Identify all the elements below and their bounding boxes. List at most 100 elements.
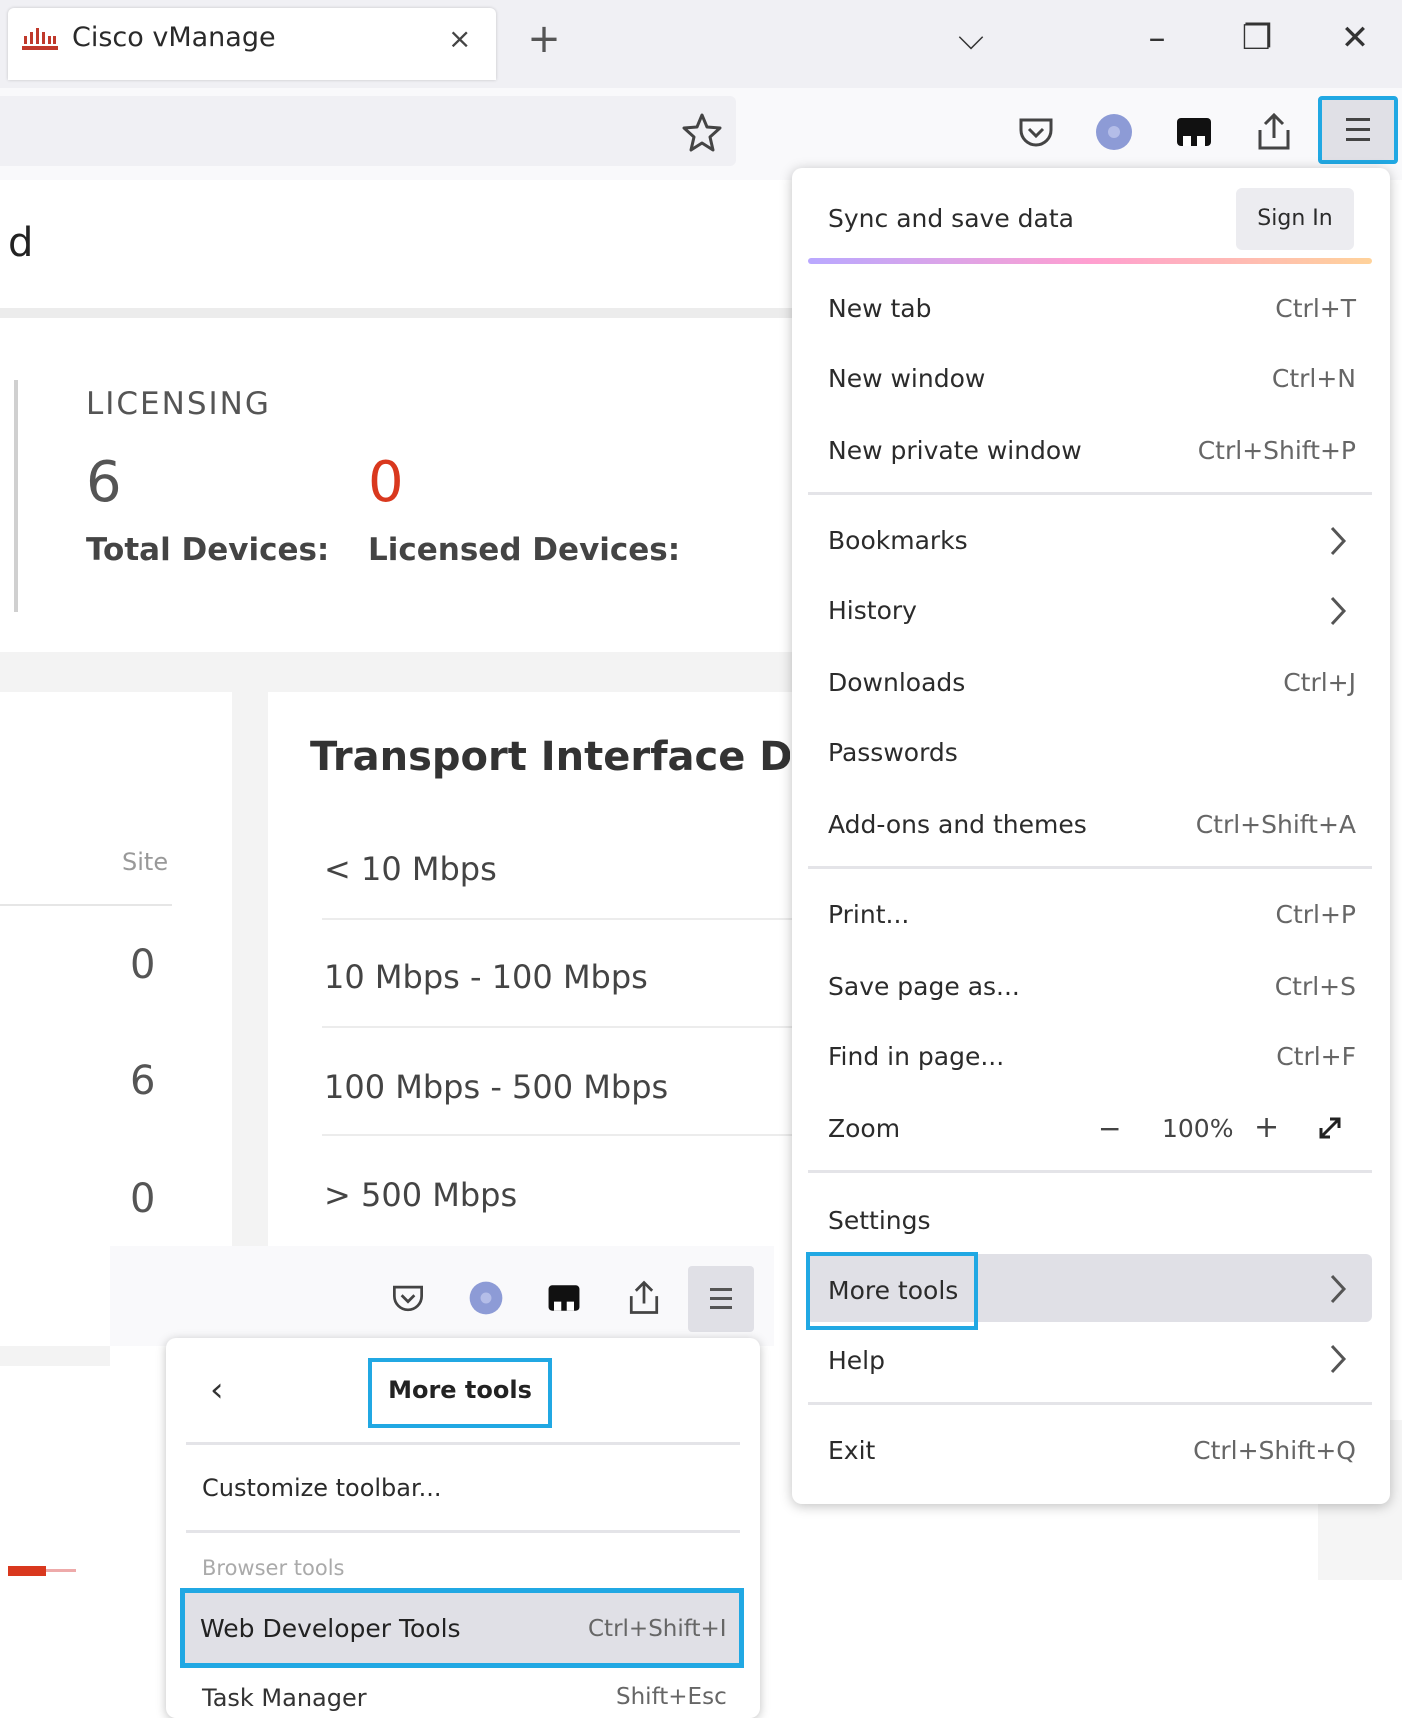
account-avatar-icon[interactable] — [1092, 110, 1136, 154]
share-icon[interactable] — [624, 1278, 664, 1318]
licensing-heading: LICENSING — [86, 386, 271, 422]
card-border — [14, 380, 18, 612]
sign-in-button[interactable]: Sign In — [1236, 188, 1354, 250]
section-gap — [0, 652, 800, 692]
menu-separator — [808, 866, 1372, 869]
menu-item-zoom: Zoom — [828, 1114, 901, 1143]
site-value[interactable]: 0 — [130, 942, 155, 988]
menu-item-history[interactable]: History — [828, 596, 917, 625]
zoom-in-button[interactable]: + — [1254, 1110, 1279, 1145]
shortcut-label: Ctrl+Shift+Q — [1193, 1436, 1356, 1465]
shortcut-label: Ctrl+Shift+I — [588, 1616, 727, 1642]
list-all-tabs-icon[interactable]: ⌵ — [946, 18, 996, 58]
menu-item-help[interactable]: Help — [828, 1346, 885, 1375]
share-icon[interactable] — [1252, 110, 1296, 154]
shortcut-label: Ctrl+Shift+P — [1197, 436, 1356, 465]
section-divider — [0, 308, 800, 318]
bandwidth-row-label[interactable]: < 10 Mbps — [324, 850, 497, 888]
menu-item-new-tab[interactable]: New tab — [828, 294, 931, 323]
menu-item-downloads[interactable]: Downloads — [828, 668, 965, 697]
inset-toolbar — [110, 1246, 774, 1346]
menu-separator — [186, 1442, 740, 1445]
chevron-right-icon — [1330, 596, 1347, 626]
menu-item-exit[interactable]: Exit — [828, 1436, 875, 1465]
menu-item-save-page-as[interactable]: Save page as... — [828, 972, 1020, 1001]
site-value[interactable]: 6 — [130, 1058, 155, 1104]
menu-item-customize-toolbar[interactable]: Customize toolbar... — [202, 1474, 442, 1502]
pocket-icon[interactable] — [388, 1278, 428, 1318]
new-tab-button[interactable]: + — [524, 16, 564, 62]
menu-item-bookmarks[interactable]: Bookmarks — [828, 526, 968, 555]
shortcut-label: Ctrl+P — [1275, 900, 1356, 929]
card-gap — [232, 692, 268, 1252]
menu-item-new-window[interactable]: New window — [828, 364, 985, 393]
cisco-favicon-icon — [22, 28, 58, 50]
menu-separator — [808, 492, 1372, 495]
menu-item-settings[interactable]: Settings — [828, 1206, 931, 1235]
bandwidth-row-label[interactable]: 100 Mbps - 500 Mbps — [324, 1068, 668, 1106]
bandwidth-row-label[interactable]: > 500 Mbps — [324, 1176, 517, 1214]
back-arrow-icon[interactable]: ‹ — [210, 1370, 224, 1410]
chart-bar-fragment — [8, 1566, 46, 1576]
container-tabs-icon[interactable] — [544, 1278, 584, 1318]
zoom-out-button[interactable]: − — [1098, 1112, 1121, 1145]
zoom-level-button[interactable]: 100% — [1162, 1114, 1233, 1143]
tab-close-icon[interactable]: × — [448, 22, 471, 55]
shortcut-label: Ctrl+T — [1275, 294, 1356, 323]
site-card — [0, 692, 232, 1252]
menu-item-print[interactable]: Print... — [828, 900, 909, 929]
tab-title: Cisco vManage — [72, 22, 276, 53]
close-window-icon[interactable]: ✕ — [1330, 18, 1380, 58]
header-divider — [0, 904, 172, 906]
url-bar[interactable] — [0, 96, 736, 166]
menu-item-task-manager[interactable]: Task Manager — [202, 1684, 367, 1712]
transport-interface-title: Transport Interface Distri — [310, 734, 790, 780]
container-tabs-icon[interactable] — [1172, 110, 1216, 154]
chevron-right-icon — [1330, 1344, 1347, 1374]
menu-separator — [808, 1402, 1372, 1405]
sync-gradient-divider — [808, 258, 1372, 264]
row-divider — [322, 918, 792, 920]
bookmark-star-icon[interactable] — [680, 110, 724, 154]
shortcut-label: Ctrl+N — [1271, 364, 1356, 393]
row-divider — [322, 1026, 792, 1028]
menu-item-web-developer-tools[interactable]: Web Developer Tools — [200, 1614, 461, 1643]
menu-item-find-in-page[interactable]: Find in page... — [828, 1042, 1004, 1071]
total-devices-label: Total Devices: — [86, 532, 330, 568]
sync-label: Sync and save data — [828, 204, 1074, 233]
shortcut-label: Ctrl+S — [1274, 972, 1356, 1001]
row-divider — [322, 1134, 792, 1136]
licensed-devices-value[interactable]: 0 — [368, 450, 404, 515]
open-application-menu-button[interactable] — [688, 1266, 754, 1332]
menu-item-new-private-window[interactable]: New private window — [828, 436, 1082, 465]
page-title: d — [8, 220, 34, 266]
hamburger-menu-icon — [1346, 118, 1370, 141]
menu-item-add-ons-and-themes[interactable]: Add-ons and themes — [828, 810, 1087, 839]
bandwidth-row-label[interactable]: 10 Mbps - 100 Mbps — [324, 958, 648, 996]
browser-tools-section-label: Browser tools — [202, 1556, 345, 1580]
menu-separator — [186, 1530, 740, 1533]
site-column-header: Site — [122, 848, 169, 876]
shortcut-label: Ctrl+Shift+A — [1195, 810, 1356, 839]
hamburger-menu-icon — [710, 1288, 732, 1309]
shortcut-label: Ctrl+J — [1283, 668, 1356, 697]
highlight-box — [806, 1252, 978, 1330]
open-application-menu-button[interactable] — [1318, 96, 1398, 164]
chart-bar-fragment — [46, 1569, 76, 1572]
site-value[interactable]: 0 — [130, 1176, 155, 1222]
minimize-icon[interactable]: – — [1132, 18, 1182, 58]
chevron-right-icon — [1330, 526, 1347, 556]
menu-item-passwords[interactable]: Passwords — [828, 738, 958, 767]
more-tools-panel-title: More tools — [388, 1376, 532, 1404]
restore-icon[interactable]: ❐ — [1232, 18, 1282, 58]
menu-separator — [808, 1170, 1372, 1173]
account-avatar-icon[interactable] — [466, 1278, 506, 1318]
licensed-devices-label: Licensed Devices: — [368, 532, 681, 568]
pocket-icon[interactable] — [1014, 110, 1058, 154]
chevron-right-icon — [1330, 1274, 1347, 1304]
shortcut-label: Ctrl+F — [1276, 1042, 1356, 1071]
fullscreen-icon[interactable] — [1314, 1112, 1346, 1144]
inset-shade — [0, 1346, 110, 1366]
total-devices-value[interactable]: 6 — [86, 450, 122, 515]
shortcut-label: Shift+Esc — [616, 1684, 727, 1710]
